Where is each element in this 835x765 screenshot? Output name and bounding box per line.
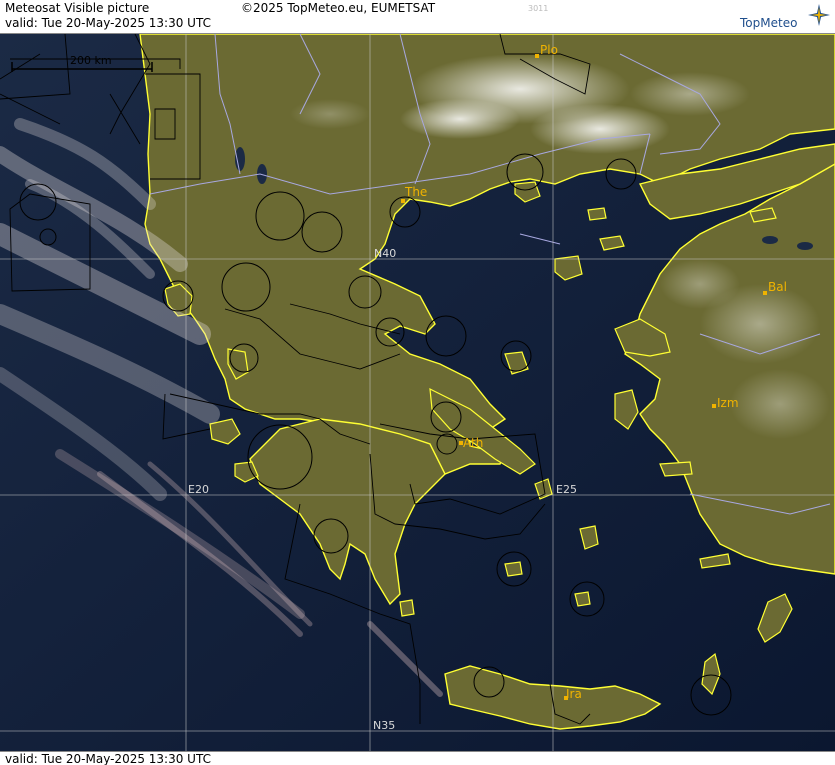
- header-bar: Meteosat Visible picture ©2025 TopMeteo.…: [0, 0, 835, 34]
- city-label: Ath: [463, 436, 483, 450]
- city-label: Plo: [540, 43, 558, 57]
- lake: [762, 236, 778, 244]
- land-samothrace: [587, 207, 607, 221]
- city-athens[interactable]: Ath: [459, 436, 483, 450]
- land-samos: [659, 461, 693, 477]
- city-label: Izm: [717, 396, 739, 410]
- grid-label-e25: E25: [556, 483, 577, 496]
- satellite-map-page: Meteosat Visible picture ©2025 TopMeteo.…: [0, 0, 835, 765]
- valid-time-bottom: valid: Tue 20-May-2025 13:30 UTC: [5, 752, 211, 765]
- topmeteo-logo[interactable]: TopMeteo: [740, 2, 832, 32]
- land-kythira: [399, 599, 415, 617]
- city-label: The: [404, 185, 427, 199]
- compass-star-icon: [808, 4, 830, 26]
- copyright-text: ©2025 TopMeteo.eu, EUMETSAT: [241, 1, 436, 15]
- grid-label-e20: E20: [188, 483, 209, 496]
- land-milos: [504, 561, 523, 577]
- image-code: 3011: [528, 4, 549, 13]
- city-label: Ira: [566, 687, 582, 701]
- lake: [797, 242, 813, 250]
- logo-text: TopMeteo: [740, 16, 798, 30]
- city-iraklion[interactable]: Ira: [564, 687, 582, 701]
- scale-label: 200 km: [70, 54, 112, 67]
- grid-label-n40: N40: [374, 247, 396, 260]
- satellite-map[interactable]: 200 km N40 N35 E20 E25 Plo The Bal Izm A…: [0, 34, 835, 751]
- city-label: Bal: [768, 280, 787, 294]
- valid-time-top: valid: Tue 20-May-2025 13:30 UTC: [5, 16, 211, 30]
- grid-label-n35: N35: [373, 719, 395, 732]
- land-santorini: [574, 591, 591, 607]
- page-title: Meteosat Visible picture: [5, 1, 150, 15]
- footer-bar: valid: Tue 20-May-2025 13:30 UTC: [0, 751, 835, 765]
